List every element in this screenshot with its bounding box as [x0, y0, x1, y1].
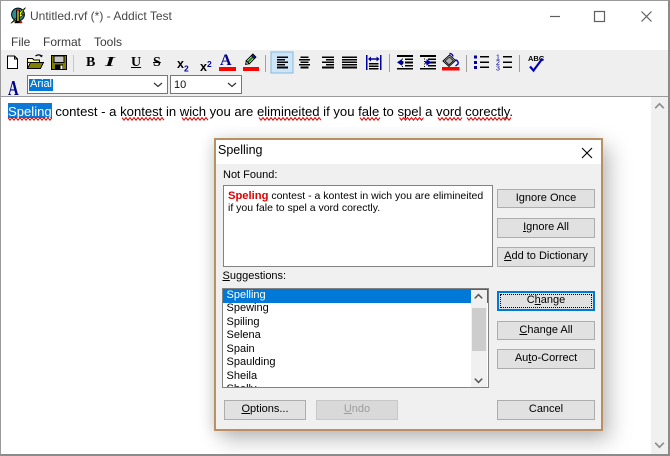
svg-text:3: 3 — [496, 66, 500, 73]
